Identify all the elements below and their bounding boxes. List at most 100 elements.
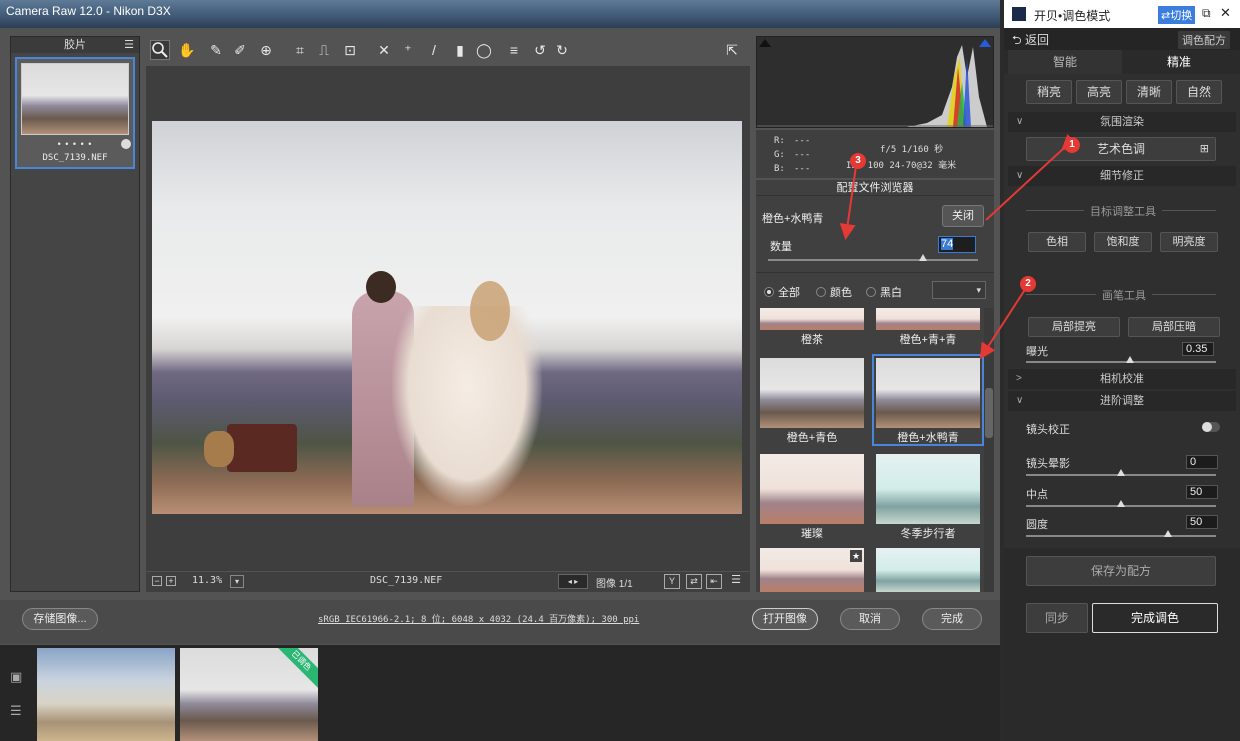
- host-thumbnail[interactable]: 已调色: [180, 648, 318, 741]
- profile-card[interactable]: 冬季步行者: [876, 454, 980, 540]
- lens-correction-toggle[interactable]: [1202, 422, 1220, 432]
- preset-recipe-button[interactable]: 调色配方: [1178, 31, 1230, 49]
- rotate-left-icon[interactable]: ↺: [532, 42, 548, 58]
- filmstrip-menu-icon[interactable]: ☰: [124, 37, 134, 53]
- white-balance-tool-icon[interactable]: ✎: [208, 42, 224, 58]
- section-advanced[interactable]: ∨ 进阶调整: [1008, 391, 1236, 411]
- profile-name: 橙茶: [801, 334, 823, 346]
- zoom-out-icon[interactable]: −: [152, 576, 162, 586]
- sync-button[interactable]: 同步: [1026, 603, 1088, 633]
- exposure-value[interactable]: 0.35: [1182, 342, 1214, 356]
- targeted-adjustment-icon[interactable]: ⊕: [258, 42, 274, 58]
- cancel-button[interactable]: 取消: [840, 608, 900, 630]
- profile-card[interactable]: 橙茶: [760, 308, 864, 346]
- preset-natural[interactable]: 自然: [1176, 80, 1222, 104]
- hand-tool-icon[interactable]: ✋: [178, 42, 195, 58]
- group-filter-dropdown[interactable]: ▾: [932, 281, 986, 299]
- amount-slider-knob[interactable]: [919, 254, 928, 261]
- red-eye-icon[interactable]: ⁺: [400, 42, 416, 58]
- exposure-slider-knob[interactable]: [1126, 356, 1134, 363]
- swap-settings-icon[interactable]: ⇄: [686, 574, 702, 589]
- main-photo[interactable]: [152, 121, 742, 514]
- roundness-value[interactable]: 50: [1186, 515, 1218, 529]
- image-view-icon[interactable]: ▣: [10, 669, 22, 685]
- amount-slider-track[interactable]: [768, 259, 978, 261]
- popout-icon[interactable]: ⧉: [1202, 6, 1211, 21]
- color-sampler-icon[interactable]: ✐: [232, 42, 248, 58]
- art-tone-button[interactable]: 艺术色调 ⊞: [1026, 137, 1216, 161]
- adjusted-badge: 已调色: [271, 648, 318, 691]
- file-list-icon[interactable]: ☰: [10, 703, 22, 719]
- amount-input[interactable]: 74: [938, 236, 976, 253]
- mode-tabs: 智能 精准: [1004, 50, 1240, 74]
- workflow-options-link[interactable]: sRGB IEC61966-2.1; 8 位; 6048 x 4032 (24.…: [318, 612, 639, 625]
- crop-tool-icon[interactable]: ⌗: [292, 42, 308, 58]
- close-profile-browser-button[interactable]: 关闭: [942, 205, 984, 227]
- suitcase-prop: [227, 424, 297, 472]
- vignette-slider-knob[interactable]: [1117, 469, 1125, 476]
- save-image-button[interactable]: 存储图像...: [22, 608, 98, 630]
- zoom-tool-icon[interactable]: [150, 40, 170, 60]
- filmstrip-thumbnail[interactable]: • • • • • DSC_7139.NEF: [15, 57, 135, 169]
- zoom-in-icon[interactable]: +: [166, 576, 176, 586]
- filter-color[interactable]: 颜色: [816, 284, 852, 300]
- local-brighten-button[interactable]: 局部提亮: [1028, 317, 1120, 337]
- plugin-title: 开贝•调色模式: [1034, 9, 1111, 23]
- scrollbar-thumb[interactable]: [985, 388, 993, 438]
- section-atmosphere[interactable]: ∨ 氛围渲染: [1008, 112, 1236, 132]
- spot-removal-icon[interactable]: ✕: [376, 42, 392, 58]
- profile-card[interactable]: ★: [760, 548, 864, 592]
- rotate-right-icon[interactable]: ↻: [554, 42, 570, 58]
- midpoint-slider-knob[interactable]: [1117, 500, 1125, 507]
- graduated-filter-icon[interactable]: ▮: [452, 42, 468, 58]
- save-as-recipe-button[interactable]: 保存为配方: [1026, 556, 1216, 586]
- brush-tool-icon[interactable]: /: [426, 42, 442, 58]
- section-detail[interactable]: ∨ 细节修正: [1008, 166, 1236, 186]
- tab-precise[interactable]: 精准: [1122, 50, 1236, 74]
- preset-clear[interactable]: 清晰: [1126, 80, 1172, 104]
- prev-next-image-icon[interactable]: ◂ ▸: [558, 574, 588, 589]
- profile-scrollbar[interactable]: [984, 308, 994, 592]
- roundness-slider-knob[interactable]: [1164, 530, 1172, 537]
- finish-grading-button[interactable]: 完成调色: [1092, 603, 1218, 633]
- exposure-slider[interactable]: [1026, 361, 1216, 363]
- rating-dots[interactable]: • • • • •: [17, 139, 133, 149]
- section-label: 细节修正: [1100, 170, 1144, 182]
- fullscreen-icon[interactable]: ⇱: [724, 42, 740, 58]
- before-after-y-icon[interactable]: Y: [664, 574, 680, 589]
- roundness-slider[interactable]: [1026, 535, 1216, 537]
- host-thumbnail[interactable]: [37, 648, 175, 741]
- tab-smart[interactable]: 智能: [1008, 50, 1122, 74]
- straighten-tool-icon[interactable]: ⎍: [316, 42, 332, 58]
- done-button[interactable]: 完成: [922, 608, 982, 630]
- vignette-value[interactable]: 0: [1186, 455, 1218, 469]
- radial-filter-icon[interactable]: ◯: [476, 42, 492, 58]
- local-darken-button[interactable]: 局部压暗: [1128, 317, 1220, 337]
- toggle-settings-icon[interactable]: ☰: [728, 574, 744, 589]
- filter-all[interactable]: 全部: [764, 284, 800, 300]
- hue-button[interactable]: 色相: [1028, 232, 1086, 252]
- midpoint-value[interactable]: 50: [1186, 485, 1218, 499]
- luminance-button[interactable]: 明亮度: [1160, 232, 1218, 252]
- switch-mode-button[interactable]: ⇄切换: [1158, 6, 1196, 24]
- open-image-button[interactable]: 打开图像: [752, 608, 818, 630]
- copy-settings-icon[interactable]: ⇤: [706, 574, 722, 589]
- preferences-icon[interactable]: ≡: [506, 42, 522, 58]
- close-icon[interactable]: ✕: [1220, 5, 1231, 21]
- transform-tool-icon[interactable]: ⊡: [342, 42, 358, 58]
- preset-slightly-bright[interactable]: 稍亮: [1026, 80, 1072, 104]
- preset-high-bright[interactable]: 高亮: [1076, 80, 1122, 104]
- r-value: ---: [794, 136, 811, 146]
- section-camera-calibration[interactable]: > 相机校准: [1008, 369, 1236, 389]
- zoom-dropdown-icon[interactable]: ▾: [230, 575, 244, 588]
- profile-card[interactable]: 橙色+青+青: [876, 308, 980, 346]
- filter-bw[interactable]: 黑白: [866, 284, 902, 300]
- filmstrip-header: 胶片 ☰: [11, 37, 139, 53]
- back-button[interactable]: ⮌ 返回: [1012, 31, 1049, 52]
- profile-card-selected[interactable]: 橙色+水鸭青: [872, 354, 984, 446]
- favorite-star-icon[interactable]: ★: [850, 550, 862, 562]
- profile-card[interactable]: [876, 548, 980, 592]
- profile-card[interactable]: 璀璨: [760, 454, 864, 540]
- profile-card[interactable]: 橙色+青色: [760, 358, 864, 444]
- saturation-button[interactable]: 饱和度: [1094, 232, 1152, 252]
